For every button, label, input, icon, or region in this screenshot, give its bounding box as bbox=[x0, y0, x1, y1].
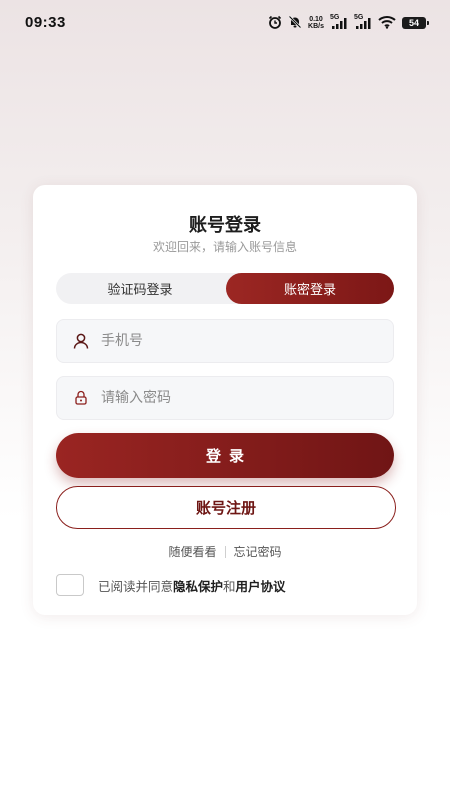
wifi-icon bbox=[378, 14, 396, 33]
phone-input[interactable] bbox=[101, 326, 393, 356]
tab-password-login[interactable]: 账密登录 bbox=[226, 273, 394, 304]
user-icon bbox=[71, 331, 91, 351]
status-bar: 09:33 0.10 KB/s 5G 5G 54 bbox=[0, 0, 450, 46]
agreement-row: 已阅读并同意隐私保护和用户协议 bbox=[56, 573, 286, 597]
status-time: 09:33 bbox=[25, 14, 66, 31]
secondary-links: 随便看看 忘记密码 bbox=[33, 543, 417, 560]
agreement-checkbox[interactable] bbox=[56, 574, 84, 596]
agreement-text: 已阅读并同意隐私保护和用户协议 bbox=[98, 576, 286, 595]
alarm-icon bbox=[268, 14, 282, 33]
browse-link[interactable]: 随便看看 bbox=[168, 543, 216, 560]
agreement-conjunction: 和 bbox=[223, 578, 236, 594]
forgot-password-link[interactable]: 忘记密码 bbox=[234, 543, 282, 560]
privacy-policy-link[interactable]: 隐私保护 bbox=[173, 579, 223, 594]
status-icons: 0.10 KB/s 5G 5G 54 bbox=[268, 13, 429, 33]
network-speed-unit: KB/s bbox=[308, 23, 324, 30]
login-mode-tabs: 验证码登录 账密登录 bbox=[56, 273, 394, 304]
mute-bell-icon bbox=[288, 14, 302, 33]
network-speed-value: 0.10 bbox=[309, 16, 323, 23]
register-button[interactable]: 账号注册 bbox=[56, 486, 396, 529]
login-card: 账号登录 欢迎回来，请输入账号信息 验证码登录 账密登录 登录 账号注册 随便看… bbox=[33, 185, 417, 615]
link-divider bbox=[224, 545, 226, 558]
network-speed: 0.10 KB/s bbox=[308, 16, 324, 30]
tab-sms-login[interactable]: 验证码登录 bbox=[56, 273, 224, 304]
phone-field bbox=[56, 319, 394, 363]
password-field bbox=[56, 376, 394, 420]
page-title: 账号登录 bbox=[189, 215, 261, 236]
signal-strength-1-icon: 5G bbox=[330, 14, 348, 30]
battery-level: 54 bbox=[408, 18, 419, 28]
password-input[interactable] bbox=[101, 383, 393, 413]
signal-strength-2-icon: 5G bbox=[354, 14, 372, 30]
user-agreement-link[interactable]: 用户协议 bbox=[236, 579, 286, 594]
login-button[interactable]: 登录 bbox=[56, 433, 394, 478]
agreement-prefix: 已阅读并同意 bbox=[98, 578, 174, 594]
lock-icon bbox=[71, 388, 91, 408]
page-subtitle: 欢迎回来，请输入账号信息 bbox=[152, 240, 297, 254]
battery-icon: 54 bbox=[402, 17, 429, 29]
